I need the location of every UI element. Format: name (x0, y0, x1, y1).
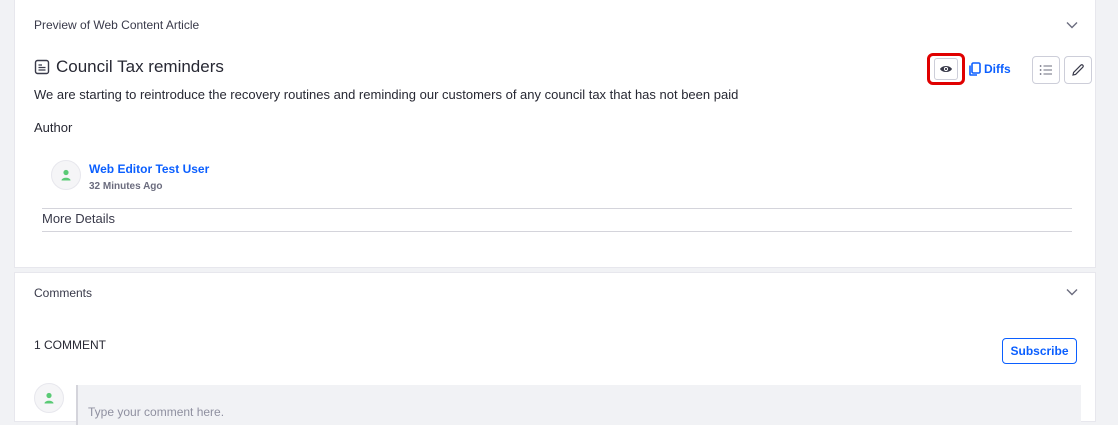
comments-panel-title: Comments (34, 286, 93, 300)
chevron-down-icon[interactable] (1065, 285, 1079, 299)
comments-panel: Comments 1 COMMENT Subscribe (14, 272, 1096, 425)
diffs-label: Diffs (984, 62, 1011, 76)
avatar (51, 160, 81, 190)
list-icon (1039, 65, 1052, 75)
article-title: Council Tax reminders (34, 56, 224, 78)
user-icon (61, 169, 71, 181)
comments-count: 1 COMMENT (34, 338, 106, 352)
author-timestamp: 32 Minutes Ago (89, 181, 163, 192)
author-name-link[interactable]: Web Editor Test User (89, 162, 209, 176)
comment-input[interactable] (76, 385, 1081, 425)
preview-panel: Preview of Web Content Article Council T… (14, 0, 1096, 268)
user-icon (44, 392, 54, 404)
article-title-text: Council Tax reminders (56, 57, 224, 76)
list-button[interactable] (1032, 56, 1060, 84)
copy-icon (969, 62, 981, 76)
eye-icon (934, 58, 958, 80)
pencil-icon (1072, 64, 1084, 76)
diffs-button[interactable]: Diffs (968, 58, 1011, 80)
article-icon (34, 59, 50, 75)
divider (42, 208, 1072, 209)
chevron-down-icon[interactable] (1065, 18, 1079, 32)
author-label: Author (34, 120, 73, 135)
article-description: We are starting to reintroduce the recov… (34, 87, 739, 102)
edit-button[interactable] (1064, 56, 1092, 84)
preview-panel-title: Preview of Web Content Article (34, 18, 200, 32)
more-details-toggle[interactable]: More Details (42, 211, 115, 226)
avatar (34, 383, 64, 413)
preview-button[interactable] (927, 53, 965, 85)
divider (42, 231, 1072, 232)
subscribe-button[interactable]: Subscribe (1002, 338, 1077, 364)
